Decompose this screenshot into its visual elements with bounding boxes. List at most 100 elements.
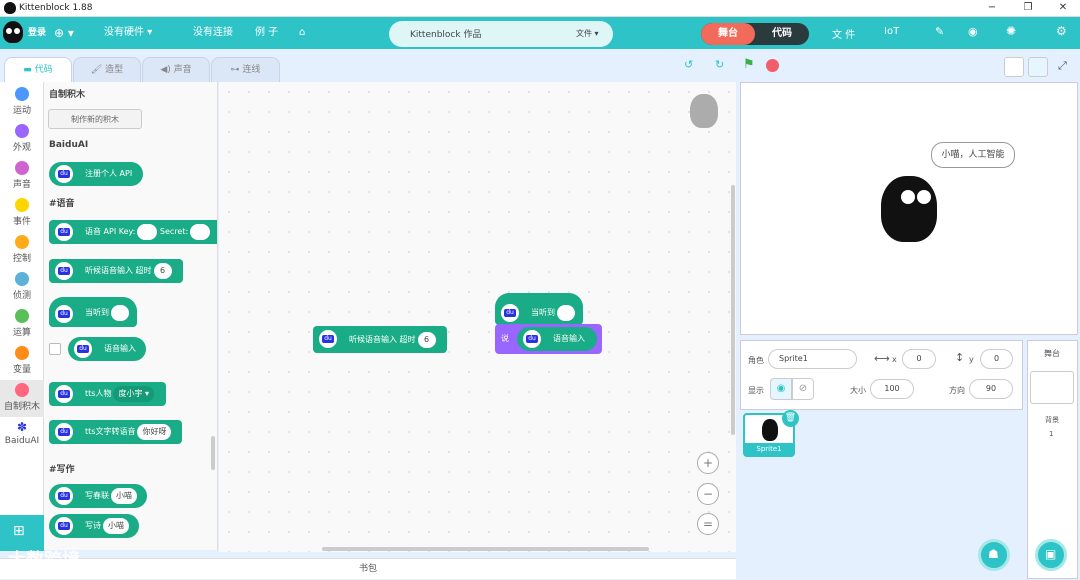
speech-input-reporter[interactable]: 语音输入 bbox=[68, 337, 146, 361]
stage-mode-button[interactable]: 舞台 bbox=[701, 23, 755, 45]
gear-icon[interactable]: ⚙ bbox=[1056, 24, 1067, 38]
when-heard-hat-block[interactable]: 当听到 bbox=[49, 297, 137, 327]
workspace-when-heard-block[interactable]: 当听到 bbox=[495, 293, 583, 325]
pencil-icon[interactable]: ✎ bbox=[935, 25, 944, 38]
workspace-horizontal-scrollbar[interactable] bbox=[322, 547, 649, 551]
category-sensing[interactable]: 侦测 bbox=[0, 269, 44, 306]
x-input[interactable]: 0 bbox=[902, 349, 936, 369]
sprite-label: 角色 bbox=[748, 356, 764, 365]
workspace-speech-input-reporter[interactable]: 语音输入 bbox=[517, 327, 597, 351]
secret-input[interactable] bbox=[190, 223, 211, 240]
write-couplet-block[interactable]: 写春联小喵 bbox=[49, 484, 147, 508]
large-stage-icon[interactable] bbox=[1028, 57, 1048, 77]
examples-menu[interactable]: 例 子 bbox=[255, 17, 278, 49]
tts-text-input[interactable]: 你好呀 bbox=[137, 423, 172, 440]
tts-person-block[interactable]: tts人物度小宇 ▾ bbox=[49, 382, 166, 406]
stop-icon[interactable] bbox=[766, 59, 779, 72]
couplet-input[interactable]: 小喵 bbox=[111, 487, 137, 504]
category-operators[interactable]: 运算 bbox=[0, 306, 44, 343]
stage-code-toggle[interactable]: 舞台 代码 bbox=[701, 23, 809, 45]
delete-sprite-icon[interactable]: 🗑 bbox=[782, 410, 799, 427]
workspace-vertical-scrollbar[interactable] bbox=[731, 185, 735, 435]
monitor-checkbox[interactable] bbox=[49, 343, 61, 355]
block-label: 语音 API Key: bbox=[85, 227, 136, 236]
tab-code[interactable]: ▬ 代码 bbox=[4, 57, 72, 82]
add-backdrop-icon: ▣ bbox=[1045, 547, 1057, 561]
category-looks[interactable]: 外观 bbox=[0, 121, 44, 158]
tab-connect[interactable]: ⊶ 连线 bbox=[211, 57, 280, 82]
api-key-input[interactable] bbox=[137, 223, 158, 240]
title-bar: Kittenblock 1.88 − ❐ ✕ bbox=[0, 0, 1080, 17]
backdrop-thumbnail[interactable] bbox=[1030, 371, 1074, 404]
iot-menu[interactable]: IoT bbox=[884, 26, 899, 37]
write-poem-block[interactable]: 写诗小喵 bbox=[49, 514, 139, 538]
register-api-block[interactable]: 注册个人 API bbox=[49, 162, 143, 186]
heard-input[interactable] bbox=[557, 304, 575, 321]
block-label: 写诗 bbox=[85, 521, 101, 530]
zoom-out-button[interactable]: − bbox=[697, 483, 719, 505]
small-stage-icon[interactable] bbox=[1004, 57, 1024, 77]
file-menu[interactable]: 文 件 bbox=[832, 26, 855, 41]
category-my-blocks[interactable]: 自制积木 bbox=[0, 380, 44, 417]
add-backdrop-button[interactable]: ▣ bbox=[1035, 539, 1067, 571]
palette-scrollbar[interactable] bbox=[211, 436, 215, 470]
close-button[interactable]: ✕ bbox=[1056, 2, 1070, 14]
category-variables[interactable]: 变量 bbox=[0, 343, 44, 380]
sprite-name-input[interactable]: Sprite1 bbox=[768, 349, 857, 369]
zoom-in-button[interactable]: + bbox=[697, 452, 719, 474]
poem-input[interactable]: 小喵 bbox=[103, 517, 129, 534]
category-baiduai[interactable]: ✽ BaiduAI bbox=[0, 417, 44, 454]
size-input[interactable]: 100 bbox=[870, 379, 914, 399]
tab-costume[interactable]: 🖌 造型 bbox=[73, 57, 141, 82]
timeout-input[interactable]: 6 bbox=[417, 331, 436, 348]
y-input[interactable]: 0 bbox=[980, 349, 1013, 369]
tts-speak-block[interactable]: tts文字转语音你好呀 bbox=[49, 420, 182, 444]
tab-sound[interactable]: ◀) 声音 bbox=[142, 57, 210, 82]
direction-input[interactable]: 90 bbox=[969, 379, 1013, 399]
speech-api-key-block[interactable]: 语音 API Key: Secret: bbox=[49, 220, 217, 244]
code-mode-button[interactable]: 代码 bbox=[755, 23, 809, 45]
connection-menu[interactable]: 没有连接 bbox=[193, 17, 233, 49]
add-sprite-button[interactable]: ☗ bbox=[978, 539, 1010, 571]
code-workspace[interactable] bbox=[219, 82, 736, 552]
workspace-say-block[interactable]: 说 语音输入 bbox=[495, 324, 602, 354]
listen-timeout-block[interactable]: 听候语音输入 超时6 bbox=[49, 259, 183, 283]
hardware-label: 没有硬件 bbox=[104, 27, 144, 38]
maximize-button[interactable]: ❐ bbox=[1021, 2, 1035, 14]
bulb-icon[interactable]: ✺ bbox=[1006, 24, 1016, 38]
show-visible-icon[interactable]: ◉ bbox=[770, 378, 792, 400]
baidu-du-icon bbox=[501, 304, 519, 322]
add-extension-icon: ⊞ bbox=[13, 523, 25, 539]
baidu-du-icon bbox=[55, 262, 73, 280]
project-name[interactable]: Kittenblock 作品 bbox=[410, 27, 481, 40]
camera-icon[interactable]: ◉ bbox=[968, 25, 978, 38]
workspace-listen-block[interactable]: 听候语音输入 超时6 bbox=[313, 326, 447, 353]
category-events[interactable]: 事件 bbox=[0, 195, 44, 232]
cat-sprite[interactable] bbox=[881, 176, 937, 242]
category-motion[interactable]: 运动 bbox=[0, 84, 44, 121]
category-label: 事件 bbox=[12, 217, 31, 227]
show-label: 显示 bbox=[748, 386, 764, 395]
category-control[interactable]: 控制 bbox=[0, 232, 44, 269]
block-label: 语音输入 bbox=[553, 334, 585, 343]
hardware-menu[interactable]: 没有硬件 ▾ bbox=[104, 17, 152, 49]
heard-input[interactable] bbox=[111, 304, 129, 321]
redo-icon[interactable]: ↻ bbox=[715, 58, 724, 71]
save-icon[interactable]: ⌂ bbox=[299, 17, 305, 49]
hide-icon[interactable]: ⊘ bbox=[792, 378, 814, 400]
category-sound[interactable]: 声音 bbox=[0, 158, 44, 195]
language-menu[interactable]: ⊕ ▾ bbox=[54, 17, 74, 49]
zoom-reset-button[interactable]: = bbox=[697, 513, 719, 535]
make-block-button[interactable]: 制作新的积木 bbox=[48, 109, 142, 129]
fullscreen-icon[interactable]: ⤢ bbox=[1058, 59, 1067, 73]
category-dot bbox=[15, 161, 29, 175]
timeout-input[interactable]: 6 bbox=[153, 262, 172, 279]
project-file-dropdown[interactable]: 文件 ▾ bbox=[576, 28, 599, 39]
tab-costume-label: 造型 bbox=[105, 65, 124, 75]
login-button[interactable]: 登录 bbox=[28, 17, 46, 49]
green-flag-icon[interactable]: ⚑ bbox=[743, 57, 755, 72]
minimize-button[interactable]: − bbox=[985, 2, 999, 14]
undo-icon[interactable]: ↺ bbox=[684, 58, 693, 71]
backpack-bar[interactable]: 书包 bbox=[0, 558, 736, 579]
tts-person-dropdown[interactable]: 度小宇 ▾ bbox=[113, 385, 155, 402]
